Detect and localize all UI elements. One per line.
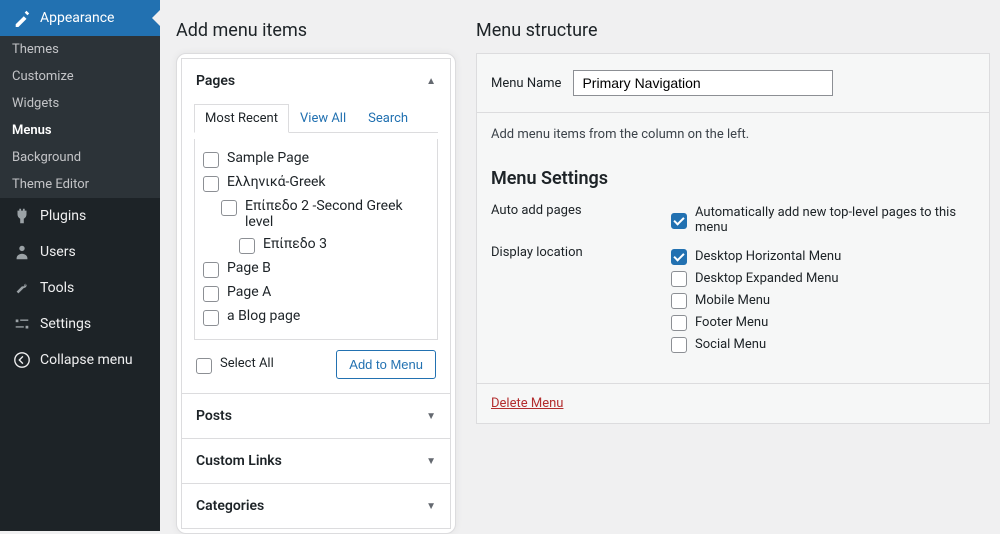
accordion-custom-links-toggle[interactable]: Custom Links ▼ <box>182 439 450 483</box>
tools-icon <box>12 278 32 298</box>
menu-name-label: Menu Name <box>491 76 561 91</box>
checkbox[interactable] <box>203 262 219 278</box>
page-item: Page B <box>227 260 271 276</box>
checkbox[interactable] <box>239 238 255 254</box>
location-option: Social Menu <box>695 337 766 352</box>
add-items-heading: Add menu items <box>176 0 456 53</box>
sidebar-item-plugins[interactable]: Plugins <box>0 198 160 234</box>
location-option: Footer Menu <box>695 315 768 330</box>
accordion-title: Pages <box>196 73 235 89</box>
settings-icon <box>12 314 32 334</box>
accordion-title: Custom Links <box>196 453 282 469</box>
accordion-pages: Pages ▲ Most Recent View All Search Samp… <box>181 58 451 394</box>
accordion-categories: Categories ▼ <box>181 484 451 529</box>
location-social-checkbox[interactable] <box>671 337 687 353</box>
sidebar-item-tools[interactable]: Tools <box>0 270 160 306</box>
sidebar-item-settings[interactable]: Settings <box>0 306 160 342</box>
sidebar-sub-customize[interactable]: Customize <box>0 63 160 90</box>
auto-add-option: Automatically add new top-level pages to… <box>695 205 975 235</box>
page-item: Page A <box>227 284 271 300</box>
sidebar-sub-menus[interactable]: Menus <box>0 117 160 144</box>
caret-down-icon: ▼ <box>426 456 436 467</box>
auto-add-label: Auto add pages <box>491 203 671 237</box>
collapse-icon <box>12 350 32 370</box>
location-footer-checkbox[interactable] <box>671 315 687 331</box>
caret-down-icon: ▼ <box>426 411 436 422</box>
delete-menu-link[interactable]: Delete Menu <box>491 396 563 411</box>
accordion-custom-links: Custom Links ▼ <box>181 439 451 484</box>
add-to-menu-button[interactable]: Add to Menu <box>336 350 436 379</box>
caret-up-icon: ▲ <box>426 76 436 87</box>
location-desktop-expanded-checkbox[interactable] <box>671 271 687 287</box>
sidebar-item-collapse[interactable]: Collapse menu <box>0 342 160 378</box>
checkbox[interactable] <box>203 152 219 168</box>
location-option: Mobile Menu <box>695 293 770 308</box>
sidebar-sub-themes[interactable]: Themes <box>0 36 160 63</box>
appearance-icon <box>12 8 32 28</box>
select-all-label: Select All <box>220 356 274 371</box>
sidebar-label: Collapse menu <box>40 352 133 368</box>
page-item: Ελληνικά-Greek <box>227 174 326 190</box>
sidebar-item-appearance[interactable]: Appearance <box>0 0 160 36</box>
empty-menu-hint: Add menu items from the column on the le… <box>491 127 975 142</box>
caret-down-icon: ▼ <box>426 501 436 512</box>
menu-settings-heading: Menu Settings <box>491 168 975 189</box>
plugins-icon <box>12 206 32 226</box>
admin-sidebar: Appearance Themes Customize Widgets Menu… <box>0 0 160 531</box>
location-mobile-checkbox[interactable] <box>671 293 687 309</box>
page-item: a Blog page <box>227 308 300 324</box>
accordion-posts-toggle[interactable]: Posts ▼ <box>182 394 450 438</box>
accordion-posts: Posts ▼ <box>181 394 451 439</box>
tab-view-all[interactable]: View All <box>289 104 357 133</box>
sidebar-sub-widgets[interactable]: Widgets <box>0 90 160 117</box>
location-option: Desktop Horizontal Menu <box>695 249 841 264</box>
auto-add-checkbox[interactable] <box>671 213 687 229</box>
accordion-pages-toggle[interactable]: Pages ▲ <box>182 59 450 103</box>
location-option: Desktop Expanded Menu <box>695 271 839 286</box>
checkbox[interactable] <box>203 286 219 302</box>
display-location-label: Display location <box>491 245 671 355</box>
tab-most-recent[interactable]: Most Recent <box>194 104 289 133</box>
sidebar-label: Appearance <box>40 10 114 26</box>
accordion-categories-toggle[interactable]: Categories ▼ <box>182 484 450 528</box>
sidebar-submenu: Themes Customize Widgets Menus Backgroun… <box>0 36 160 198</box>
page-item: Επίπεδο 2 -Second Greek level <box>245 198 429 230</box>
page-item: Sample Page <box>227 150 309 166</box>
page-item: Επίπεδο 3 <box>263 236 327 252</box>
sidebar-sub-theme-editor[interactable]: Theme Editor <box>0 171 160 198</box>
tab-search[interactable]: Search <box>357 104 419 133</box>
accordion-title: Categories <box>196 498 264 514</box>
accordion-title: Posts <box>196 408 232 424</box>
sidebar-label: Users <box>40 244 76 260</box>
sidebar-label: Settings <box>40 316 91 332</box>
users-icon <box>12 242 32 262</box>
sidebar-item-users[interactable]: Users <box>0 234 160 270</box>
menu-name-input[interactable] <box>573 70 833 96</box>
select-all-checkbox[interactable] <box>196 358 212 374</box>
checkbox[interactable] <box>203 176 219 192</box>
pages-list: Sample Page Ελληνικά-Greek Επίπεδο 2 -Se… <box>194 139 438 340</box>
checkbox[interactable] <box>221 200 237 216</box>
sidebar-sub-background[interactable]: Background <box>0 144 160 171</box>
location-desktop-horizontal-checkbox[interactable] <box>671 249 687 265</box>
checkbox[interactable] <box>203 310 219 326</box>
sidebar-label: Plugins <box>40 208 86 224</box>
sidebar-label: Tools <box>40 280 74 296</box>
menu-structure-heading: Menu structure <box>476 0 990 53</box>
